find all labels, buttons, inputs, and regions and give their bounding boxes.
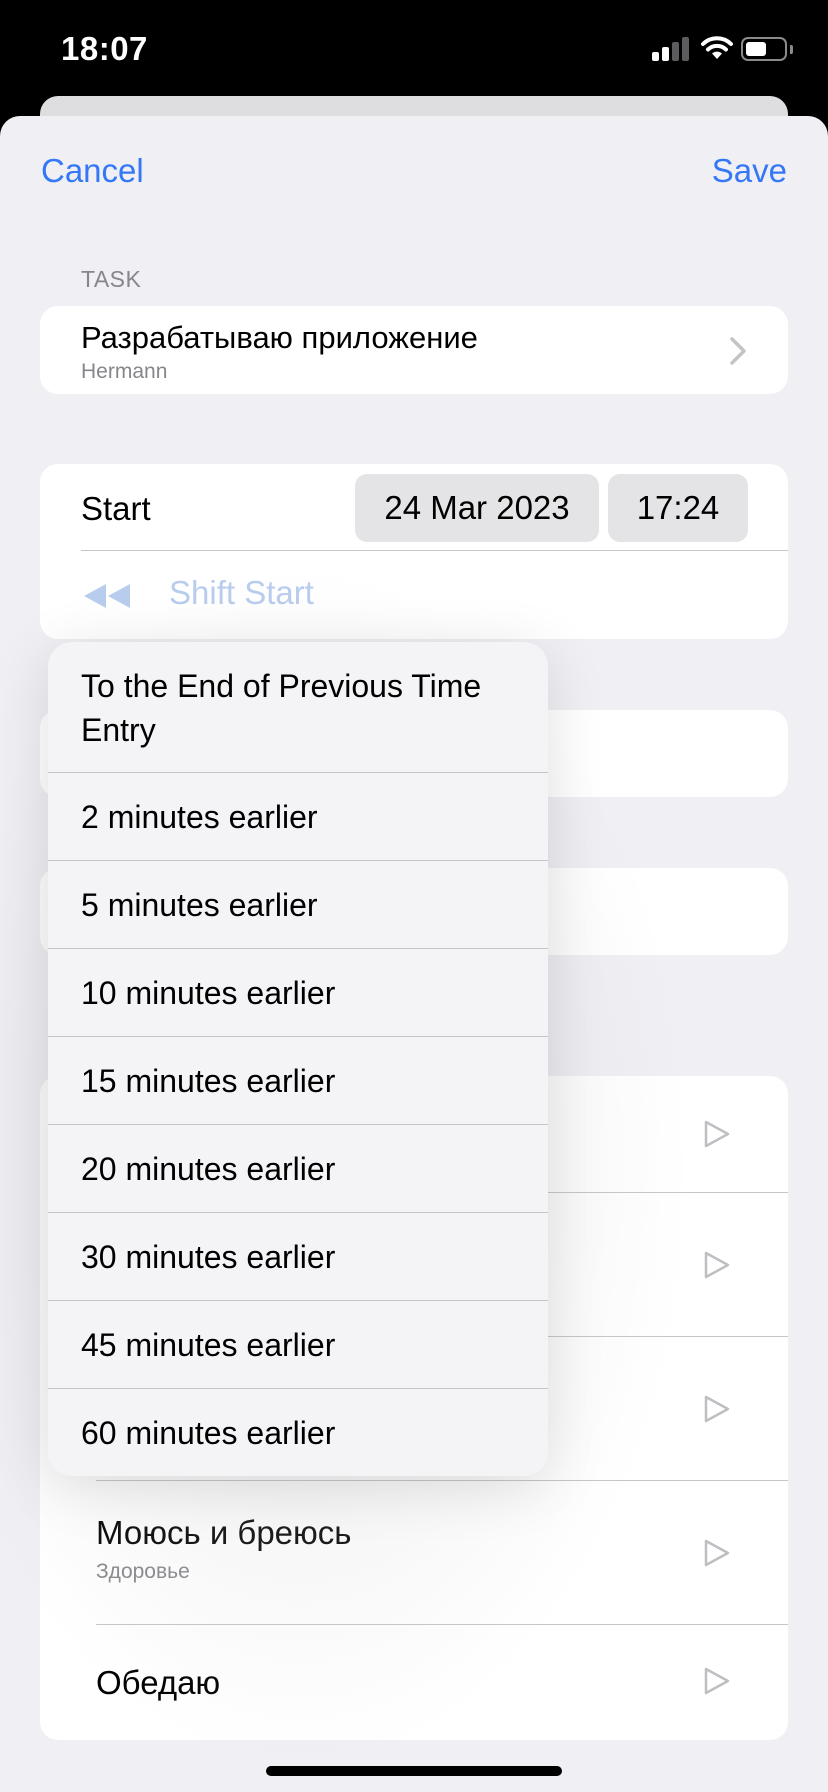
menu-item-label: 20 minutes earlier [81,1151,336,1187]
list-item-title: Моюсь и бреюсь [96,1514,352,1551]
save-button[interactable]: Save [712,152,787,190]
menu-item-label: 10 minutes earlier [81,975,336,1011]
menu-item-label: 30 minutes earlier [81,1239,336,1275]
task-title: Разрабатываю приложение [81,320,478,355]
shift-start-button[interactable]: Shift Start [169,574,314,612]
menu-item-previous-entry[interactable]: To the End of Previous Time Entry [48,642,548,773]
chevron-right-icon [730,337,746,365]
wifi-icon [701,36,733,59]
menu-item-label: 5 minutes earlier [81,887,318,923]
menu-item-20-min[interactable]: 20 minutes earlier [48,1125,548,1213]
play-icon[interactable] [703,1538,731,1568]
list-item-title: Обедаю [96,1664,221,1701]
status-time: 18:07 [61,30,148,67]
list-item[interactable]: Обедаю [40,1624,788,1740]
status-bar: 18:07 [0,0,828,100]
menu-item-label: 60 minutes earlier [81,1415,336,1451]
task-subtitle: Hermann [81,360,168,383]
menu-item-10-min[interactable]: 10 minutes earlier [48,949,548,1037]
start-time-picker[interactable]: 17:24 [608,474,748,542]
home-indicator [266,1766,562,1776]
play-icon[interactable] [703,1394,731,1424]
menu-item-15-min[interactable]: 15 minutes earlier [48,1037,548,1125]
cancel-button[interactable]: Cancel [41,152,144,190]
menu-item-label: 15 minutes earlier [81,1063,336,1099]
menu-item-2-min[interactable]: 2 minutes earlier [48,773,548,861]
rewind-icon [84,584,130,608]
shift-start-menu: To the End of Previous Time Entry 2 minu… [48,642,548,1476]
menu-item-label: 2 minutes earlier [81,799,318,835]
cellular-signal-icon [652,37,690,61]
menu-item-5-min[interactable]: 5 minutes earlier [48,861,548,949]
battery-icon [741,37,787,61]
menu-item-45-min[interactable]: 45 minutes earlier [48,1301,548,1389]
list-item[interactable]: Моюсь и бреюсь Здоровье [40,1480,788,1624]
battery-tip [790,45,793,54]
list-item-subtitle: Здоровье [96,1560,190,1583]
menu-item-30-min[interactable]: 30 minutes earlier [48,1213,548,1301]
start-label: Start [81,490,151,527]
play-icon[interactable] [703,1250,731,1280]
start-card: Start 24 Mar 2023 17:24 Shift Start [40,464,788,639]
menu-item-label: To the End of Previous Time Entry [81,668,482,748]
play-icon[interactable] [703,1119,731,1149]
task-row[interactable]: Разрабатываю приложение Hermann [40,306,788,394]
task-section-header: TASK [81,266,142,292]
play-icon[interactable] [703,1666,731,1696]
menu-item-label: 45 minutes earlier [81,1327,336,1363]
start-date-picker[interactable]: 24 Mar 2023 [355,474,599,542]
divider [81,550,788,551]
menu-item-60-min[interactable]: 60 minutes earlier [48,1389,548,1476]
